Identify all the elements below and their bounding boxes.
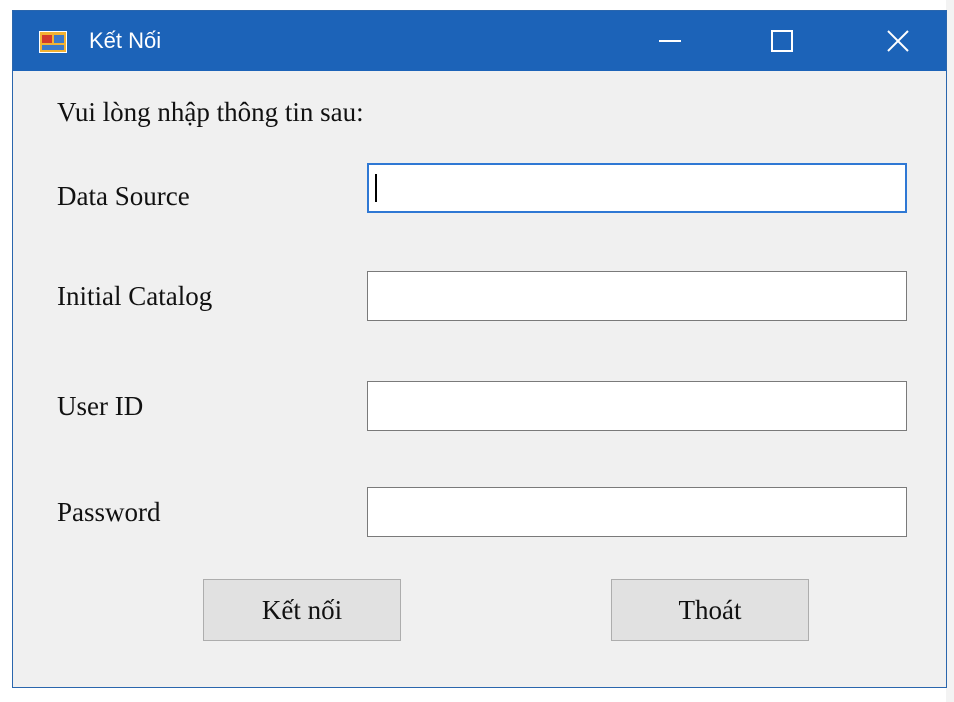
text-caret bbox=[375, 174, 377, 202]
initial-catalog-input[interactable] bbox=[367, 271, 907, 321]
user-id-input[interactable] bbox=[367, 381, 907, 431]
background-window-edge bbox=[946, 0, 954, 702]
password-label: Password bbox=[57, 497, 161, 527]
maximize-icon bbox=[771, 30, 793, 52]
minimize-button[interactable] bbox=[635, 11, 705, 71]
instruction-text: Vui lòng nhập thông tin sau: bbox=[57, 97, 364, 127]
close-button[interactable] bbox=[863, 11, 933, 71]
form-window-icon bbox=[39, 31, 67, 53]
exit-button[interactable]: Thoát bbox=[611, 579, 809, 641]
password-input[interactable] bbox=[367, 487, 907, 537]
minimize-icon bbox=[659, 40, 681, 42]
data-source-label: Data Source bbox=[57, 181, 190, 211]
connect-button[interactable]: Kết nối bbox=[203, 579, 401, 641]
user-id-label: User ID bbox=[57, 391, 144, 421]
connect-dialog: Kết Nối Vui lòng nhập thông tin sau: Dat… bbox=[12, 10, 947, 688]
maximize-button[interactable] bbox=[747, 11, 817, 71]
data-source-input[interactable] bbox=[367, 163, 907, 213]
window-title: Kết Nối bbox=[89, 28, 162, 53]
title-bar[interactable]: Kết Nối bbox=[13, 11, 946, 71]
initial-catalog-label: Initial Catalog bbox=[57, 281, 213, 311]
close-icon bbox=[887, 30, 909, 52]
